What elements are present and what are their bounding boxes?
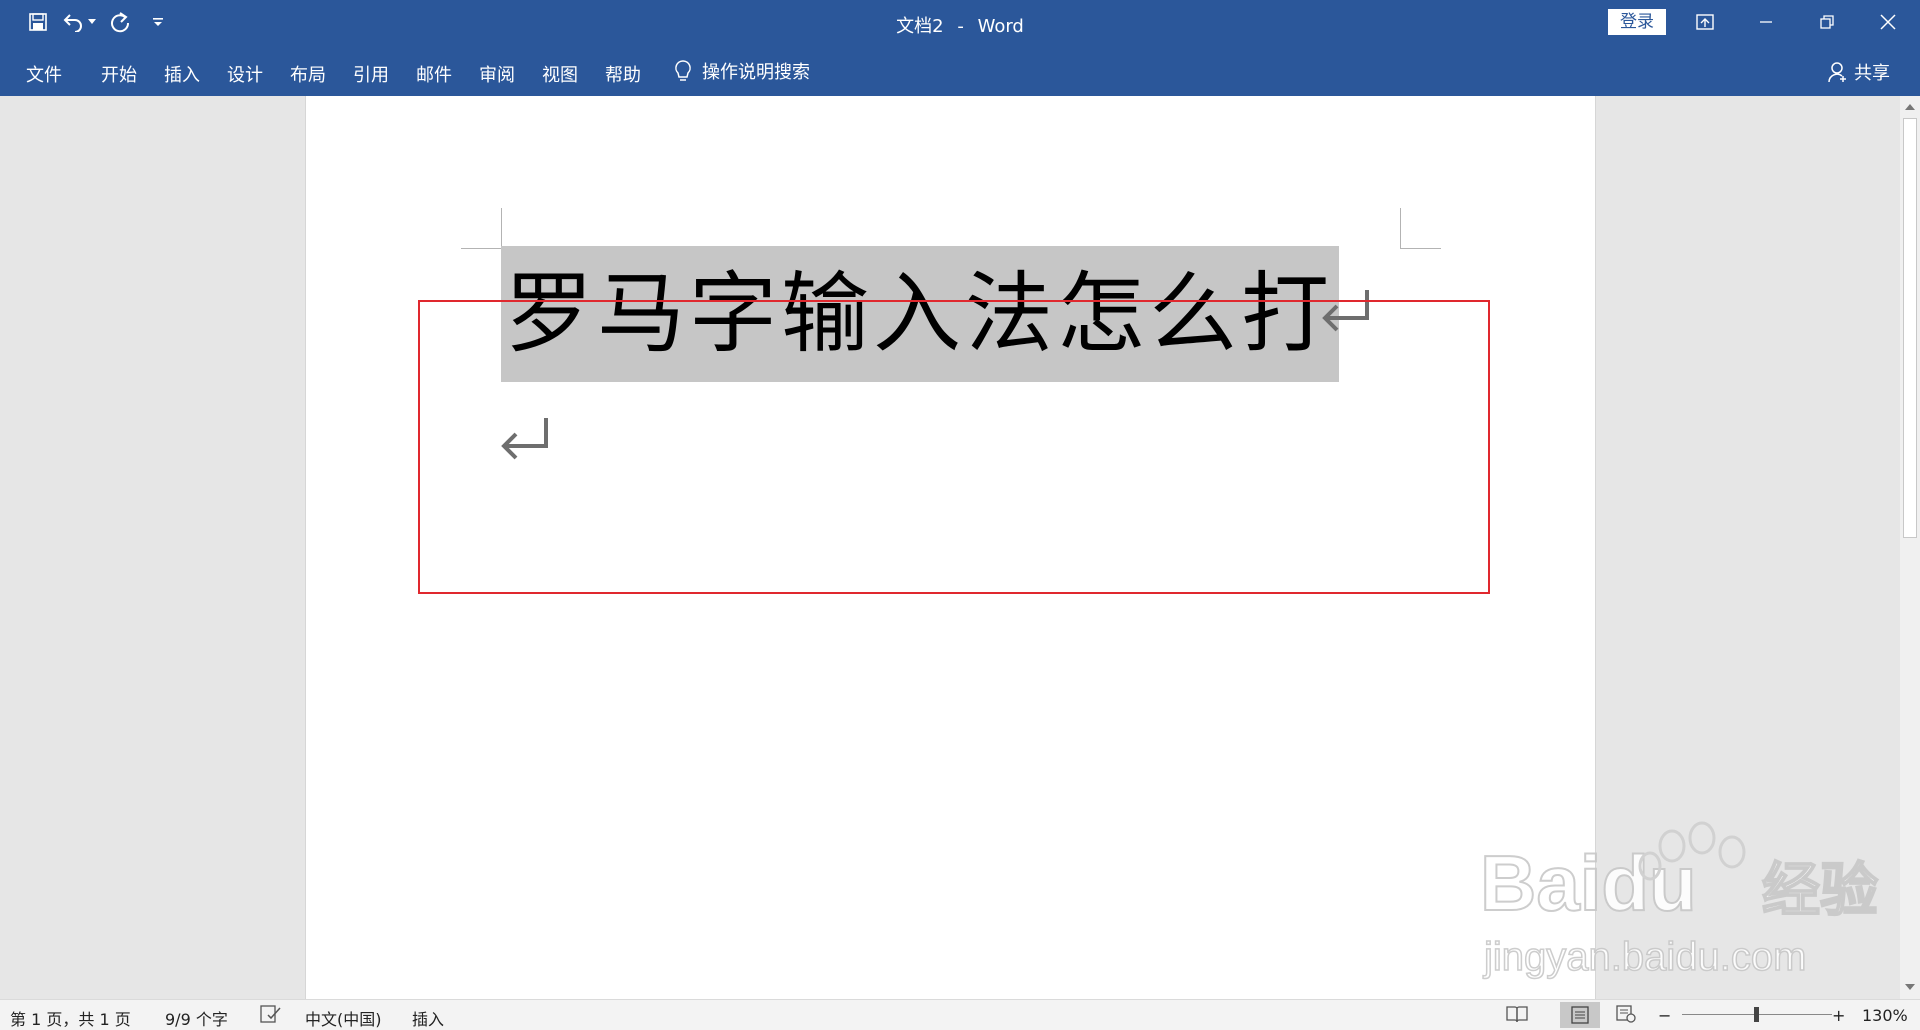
- tab-help[interactable]: 帮助: [605, 61, 641, 87]
- page-info[interactable]: 第 1 页，共 1 页: [10, 1006, 131, 1030]
- baidu-watermark: Baidu 经验 jingyan.baidu.com: [1479, 821, 1879, 980]
- zoom-out-button[interactable]: −: [1658, 1006, 1671, 1025]
- tab-layout[interactable]: 布局: [290, 61, 326, 87]
- minimize-icon[interactable]: [1736, 0, 1796, 44]
- share-button[interactable]: 共享: [1828, 59, 1890, 85]
- highlight-annotation-box: [418, 300, 1490, 594]
- tab-file[interactable]: 文件: [26, 61, 62, 87]
- quick-access-toolbar: [22, 6, 180, 38]
- web-layout-icon[interactable]: [1616, 1005, 1636, 1027]
- document-title: 文档2: [896, 16, 944, 37]
- login-button[interactable]: 登录: [1608, 9, 1666, 35]
- scrollbar-thumb[interactable]: [1903, 118, 1917, 538]
- zoom-in-button[interactable]: +: [1832, 1006, 1845, 1025]
- read-mode-icon[interactable]: [1506, 1005, 1528, 1027]
- lightbulb-icon: [675, 60, 691, 81]
- tab-references[interactable]: 引用: [353, 61, 389, 87]
- tab-insert[interactable]: 插入: [164, 61, 200, 87]
- watermark-brand-cn: 经验: [1762, 856, 1878, 924]
- customize-qat-icon[interactable]: [142, 6, 174, 38]
- tab-design[interactable]: 设计: [227, 61, 263, 87]
- undo-icon[interactable]: [60, 6, 86, 38]
- tell-me-search[interactable]: 操作说明搜索: [674, 58, 810, 84]
- language-indicator[interactable]: 中文(中国): [305, 1006, 382, 1030]
- word-count[interactable]: 9/9 个字: [165, 1006, 228, 1030]
- corner-mark-top-right: [1400, 208, 1441, 249]
- redo-icon[interactable]: [104, 6, 136, 38]
- save-icon[interactable]: [22, 6, 54, 38]
- zoom-level[interactable]: 130%: [1862, 1006, 1908, 1025]
- proofing-icon[interactable]: [260, 1005, 282, 1027]
- person-icon: [1828, 62, 1846, 83]
- tab-review[interactable]: 审阅: [479, 61, 515, 87]
- zoom-slider-thumb[interactable]: [1754, 1007, 1759, 1022]
- watermark-url: jingyan.baidu.com: [1483, 935, 1806, 979]
- title-separator: -: [957, 16, 964, 37]
- print-layout-icon[interactable]: [1560, 1002, 1600, 1028]
- ribbon-tabs: 文件 开始 插入 设计 布局 引用 邮件 审阅 视图 帮助 操作说明搜索 共享: [0, 44, 1920, 96]
- watermark-brand: Baidu: [1480, 839, 1697, 927]
- ribbon-display-options-icon[interactable]: [1675, 0, 1735, 44]
- scroll-up-icon[interactable]: [1900, 98, 1920, 116]
- app-name: Word: [977, 16, 1024, 37]
- title-bar: 文档2 - Word 登录: [0, 0, 1920, 44]
- input-mode[interactable]: 插入: [412, 1006, 444, 1030]
- corner-mark-top-left: [461, 208, 502, 249]
- tab-mailings[interactable]: 邮件: [416, 61, 452, 87]
- tab-view[interactable]: 视图: [542, 61, 578, 87]
- tell-me-label: 操作说明搜索: [702, 62, 810, 83]
- vertical-scrollbar[interactable]: [1900, 96, 1920, 999]
- status-bar: 第 1 页，共 1 页 9/9 个字 中文(中国) 插入 − + 130%: [0, 999, 1920, 1030]
- close-icon[interactable]: [1858, 0, 1918, 44]
- scroll-down-icon[interactable]: [1900, 978, 1920, 996]
- share-label: 共享: [1854, 63, 1890, 84]
- tab-home[interactable]: 开始: [101, 61, 137, 87]
- undo-dropdown-icon[interactable]: [86, 6, 98, 38]
- restore-icon[interactable]: [1797, 0, 1857, 44]
